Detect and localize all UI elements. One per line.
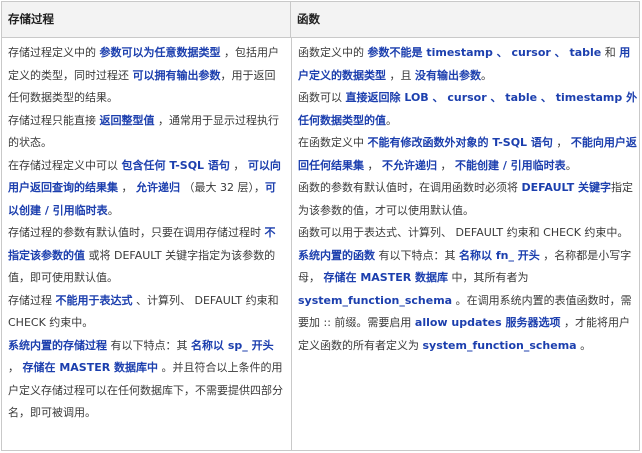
stored-procedure-paragraph: 存储过程 不能用于表达式 、计算列、 DEFAULT 约束和 CHECK 约束中…: [2, 290, 290, 335]
body-text: 。: [576, 338, 592, 352]
body-text: 存储过程的参数有默认值时，只要在调用存储过程时: [8, 226, 265, 239]
body-text: 有以下特点：其: [375, 248, 459, 262]
highlighted-text: 可以拥有输出参数: [132, 68, 221, 82]
highlighted-text: 允许递归: [136, 181, 180, 194]
body-text: 。: [565, 158, 577, 172]
function-paragraph: 函数的参数有默认值时，在调用函数时必须将 DEFAULT 关键字指定为该参数的值…: [292, 177, 640, 222]
body-text: 函数的参数有默认值时，在调用函数时必须将: [298, 181, 522, 194]
stored-procedure-column: 存储过程定义中的 参数可以为任意数据类型 ，包括用户定义的类型，同时过程还 可以…: [2, 38, 290, 450]
body-text: 在函数定义中: [298, 136, 368, 149]
body-text: 函数定义中的: [298, 46, 368, 59]
highlighted-text: 不能有修改函数外对象的 T-SQL 语句: [367, 136, 553, 149]
table-header: 存储过程 函数: [2, 2, 639, 38]
body-text: ，: [437, 158, 455, 172]
highlighted-text: 没有输出参数: [415, 68, 481, 82]
body-text: 函数可以: [298, 91, 346, 104]
highlighted-text: system_function_schema: [298, 293, 453, 307]
highlighted-text: 系统内置的存储过程: [8, 338, 107, 352]
highlighted-text: allow updates 服务器选项: [414, 316, 561, 329]
highlighted-text: 直接返回除 LOB 、 cursor 、 table 、 timestamp 外…: [298, 91, 638, 127]
stored-procedure-paragraph: 在存储过程定义中可以 包含任何 T-SQL 语句 ， 可以向用户返回查询的结果集…: [2, 155, 290, 223]
highlighted-text: 参数不能是 timestamp 、 cursor 、 table: [367, 46, 602, 59]
header-function: 函数: [297, 12, 320, 26]
body-text: 。: [386, 113, 397, 127]
body-text: ，: [552, 136, 571, 149]
highlighted-text: 返回整型值: [99, 113, 155, 127]
stored-procedure-paragraph: 存储过程定义中的 参数可以为任意数据类型 ，包括用户定义的类型，同时过程还 可以…: [2, 42, 290, 110]
highlighted-text: 存储在 MASTER 数据库: [323, 271, 449, 284]
function-paragraph: 系统内置的函数 有以下特点：其 名称以 fn_ 开头 ，名称都是小写字母， 存储…: [292, 245, 640, 358]
function-paragraph: 函数可以用于表达式、计算列、 DEFAULT 约束和 CHECK 约束中。: [292, 222, 640, 245]
body-text: 存储过程定义中的: [8, 46, 100, 59]
body-text: 和: [601, 46, 620, 59]
highlighted-text: 不能用于表达式: [55, 293, 133, 307]
function-paragraph: 在函数定义中 不能有修改函数外对象的 T-SQL 语句 ， 不能向用户返回任何结…: [292, 132, 640, 177]
body-text: 中，其所有者为: [448, 271, 529, 284]
comparison-table: 存储过程 函数 存储过程定义中的 参数可以为任意数据类型 ，包括用户定义的类型，…: [1, 1, 640, 451]
highlighted-text: DEFAULT 关键字: [521, 181, 612, 194]
highlighted-text: system_function_schema: [422, 338, 577, 352]
body-text: 函数可以用于表达式、计算列、 DEFAULT 约束和 CHECK 约束中。: [298, 226, 629, 239]
body-text: 。: [481, 68, 492, 82]
body-text: ，: [8, 361, 23, 374]
function-paragraph: 函数定义中的 参数不能是 timestamp 、 cursor 、 table …: [292, 42, 640, 87]
body-text: ，: [118, 181, 136, 194]
body-text: 存储过程只能直接: [8, 113, 100, 127]
header-divider: [290, 2, 291, 37]
highlighted-text: 存储在 MASTER 数据库中: [22, 361, 159, 374]
highlighted-text: 不允许递归: [382, 158, 437, 172]
body-text: ，: [364, 158, 382, 172]
body-text: （最大 32 层），: [180, 181, 265, 194]
stored-procedure-paragraph: 存储过程只能直接 返回整型值 ，通常用于显示过程执行的状态。: [2, 110, 290, 155]
function-paragraph: 函数可以 直接返回除 LOB 、 cursor 、 table 、 timest…: [292, 87, 640, 132]
highlighted-text: 名称以 sp_ 开头: [191, 338, 274, 352]
body-text: 存储过程: [8, 293, 56, 307]
function-column: 函数定义中的 参数不能是 timestamp 、 cursor 、 table …: [291, 38, 640, 450]
body-text: 有以下特点：其: [107, 338, 191, 352]
header-stored-procedure: 存储过程: [8, 12, 54, 26]
body-text: ，: [229, 158, 248, 172]
highlighted-text: 包含任何 T-SQL 语句: [121, 158, 230, 172]
body-text: ，且: [386, 68, 415, 82]
body-text: 在存储过程定义中可以: [8, 158, 122, 172]
highlighted-text: 不能创建 / 引用临时表: [455, 158, 566, 172]
highlighted-text: 参数可以为任意数据类型: [99, 46, 221, 59]
stored-procedure-paragraph: 存储过程的参数有默认值时，只要在调用存储过程时 不指定该参数的值 或将 DEFA…: [2, 222, 290, 290]
body-text: 。: [107, 203, 119, 217]
highlighted-text: 系统内置的函数: [298, 248, 375, 262]
highlighted-text: 名称以 fn_ 开头: [459, 248, 540, 262]
stored-procedure-paragraph: 系统内置的存储过程 有以下特点：其 名称以 sp_ 开头 ， 存储在 MASTE…: [2, 335, 290, 425]
